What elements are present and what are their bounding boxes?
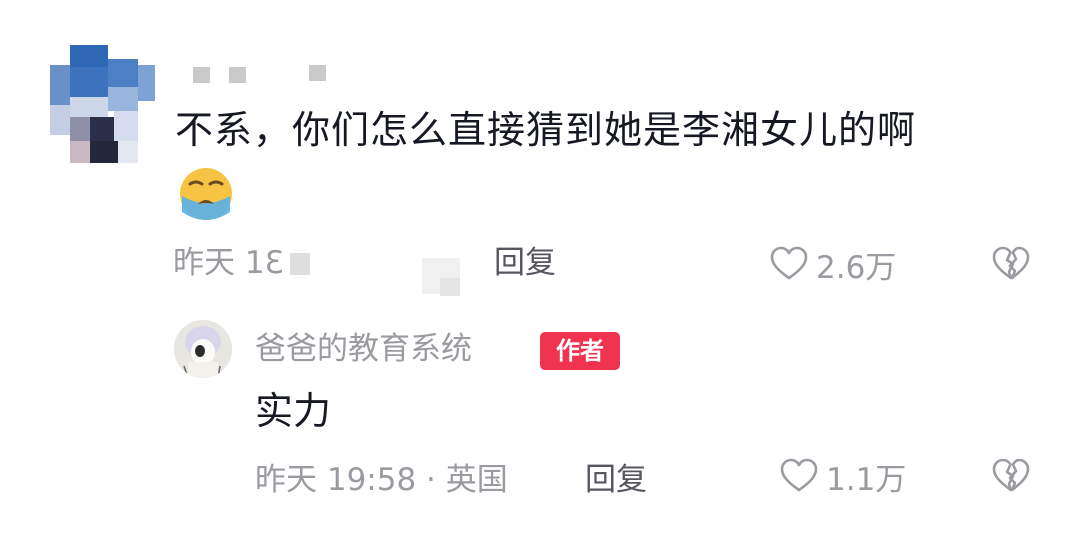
reply-text: 实力 xyxy=(255,389,332,433)
time-blur xyxy=(440,278,460,296)
commenter-avatar-pixelated[interactable] xyxy=(50,45,155,163)
like-button[interactable]: 1.1万 xyxy=(778,452,906,500)
commenter-name-blurred[interactable] xyxy=(193,65,333,85)
loudly-crying-face-icon xyxy=(178,166,234,222)
comment-text: 不系，你们怎么直接猜到她是李湘女儿的啊 xyxy=(175,108,917,152)
dislike-button[interactable] xyxy=(990,243,1032,289)
author-avatar[interactable] xyxy=(174,320,232,378)
author-badge: 作者 xyxy=(540,332,620,370)
heart-icon xyxy=(780,458,818,492)
like-count: 2.6万 xyxy=(816,249,897,286)
reply-time-location: 昨天 19:58 · 英国 xyxy=(255,462,508,498)
time-blur xyxy=(290,253,310,275)
reply-button[interactable]: 回复 xyxy=(494,238,556,288)
broken-heart-icon xyxy=(992,458,1030,492)
heart-icon xyxy=(770,246,808,280)
comment-time: 昨天 1Ɛ xyxy=(173,245,284,281)
like-button[interactable]: 2.6万 xyxy=(768,240,896,288)
broken-heart-icon xyxy=(992,246,1030,280)
author-name[interactable]: 爸爸的教育系统 xyxy=(255,326,472,372)
like-count: 1.1万 xyxy=(826,461,907,498)
reply-button[interactable]: 回复 xyxy=(585,456,647,504)
dislike-button[interactable] xyxy=(990,455,1032,501)
